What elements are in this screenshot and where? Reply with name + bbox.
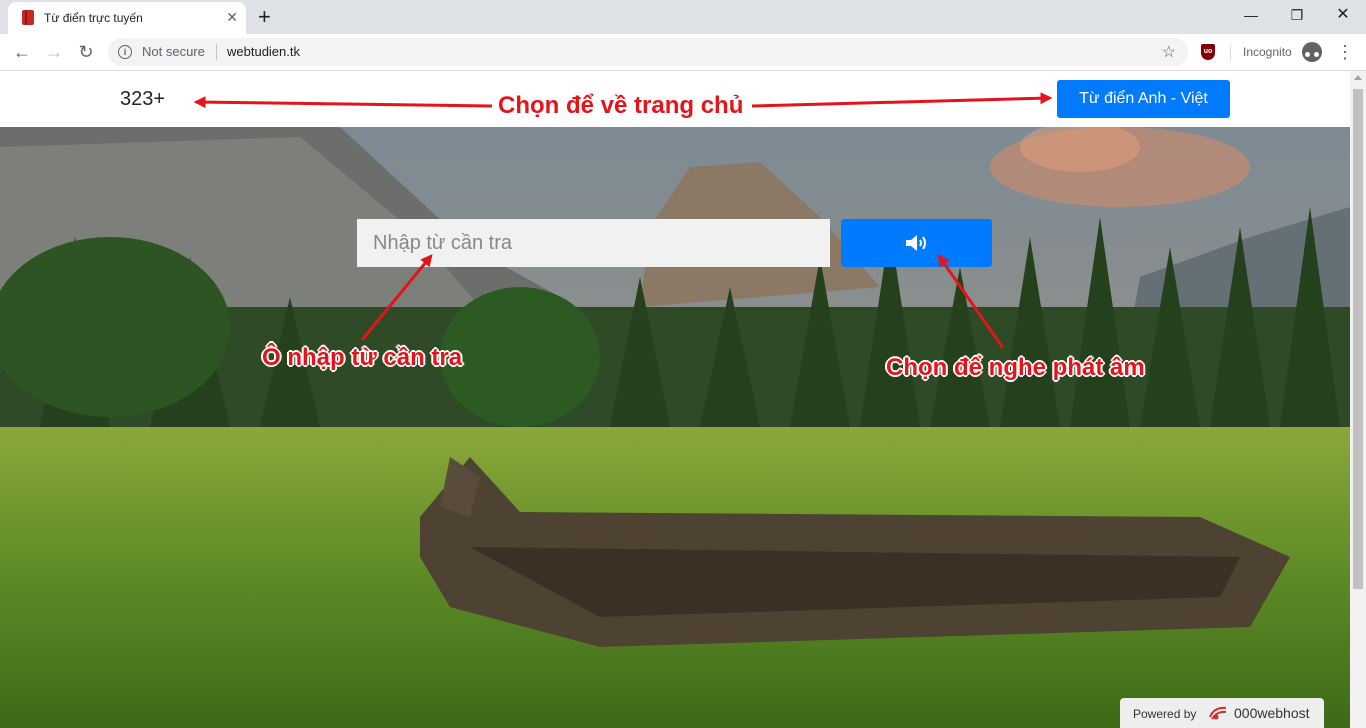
window-restore-button[interactable]: ❐	[1274, 0, 1320, 30]
divider	[216, 44, 217, 60]
webhost-logo-icon	[1209, 706, 1227, 720]
annotation-audio: Chọn để nghe phát âm	[886, 354, 1145, 381]
reload-icon[interactable]: ↻	[73, 40, 99, 64]
url-text[interactable]: webtudien.tk	[227, 44, 300, 59]
powered-by-badge[interactable]: Powered by 000webhost	[1120, 698, 1324, 728]
webhost-name: 000webhost	[1234, 705, 1310, 721]
annotation-input: Ô nhập từ cần tra	[262, 344, 463, 371]
kebab-menu-icon[interactable]: ⋮	[1336, 42, 1354, 62]
dictionary-home-button[interactable]: Từ điển Anh - Việt	[1057, 80, 1230, 118]
tab-close-icon[interactable]: ✕	[226, 9, 238, 25]
address-bar[interactable]: i Not secure webtudien.tk ☆	[108, 38, 1188, 66]
tab-title: Từ điển trực tuyến	[44, 11, 143, 25]
speaker-volume-icon	[906, 235, 926, 251]
browser-tab-strip: Từ điển trực tuyến ✕ + — ❐ ✕	[0, 0, 1366, 34]
security-status: Not secure	[142, 44, 205, 59]
info-icon[interactable]: i	[118, 45, 132, 59]
forward-arrow-icon[interactable]: →	[41, 40, 67, 64]
hero-landscape-background	[0, 127, 1350, 728]
ublock-origin-icon[interactable]: uo	[1201, 44, 1215, 60]
book-favicon-icon	[22, 10, 34, 25]
new-tab-button[interactable]: +	[258, 4, 271, 30]
web-page: 323+ Từ điển Anh - Việt	[0, 71, 1350, 728]
browser-toolbar: ← → ↻ i Not secure webtudien.tk ☆	[0, 34, 1366, 71]
window-minimize-button[interactable]: —	[1228, 0, 1274, 30]
page-scrollbar[interactable]	[1350, 71, 1366, 728]
annotation-home: Chọn để về trang chủ	[498, 92, 744, 119]
scrollbar-thumb[interactable]	[1353, 89, 1363, 589]
incognito-label: Incognito	[1243, 45, 1292, 59]
browser-tab[interactable]: Từ điển trực tuyến ✕	[8, 2, 246, 34]
scroll-up-arrow-icon[interactable]	[1354, 75, 1362, 80]
back-arrow-icon[interactable]: ←	[9, 40, 35, 64]
incognito-icon[interactable]	[1302, 42, 1322, 62]
bookmark-star-icon[interactable]: ☆	[1162, 42, 1176, 62]
landscape-image	[0, 127, 1350, 728]
window-close-button[interactable]: ✕	[1320, 0, 1366, 30]
site-brand-link[interactable]: 323+	[120, 88, 165, 111]
search-input[interactable]	[357, 219, 830, 267]
pronunciation-audio-button[interactable]	[841, 219, 992, 267]
divider	[1230, 45, 1231, 61]
powered-by-label: Powered by	[1133, 707, 1197, 721]
